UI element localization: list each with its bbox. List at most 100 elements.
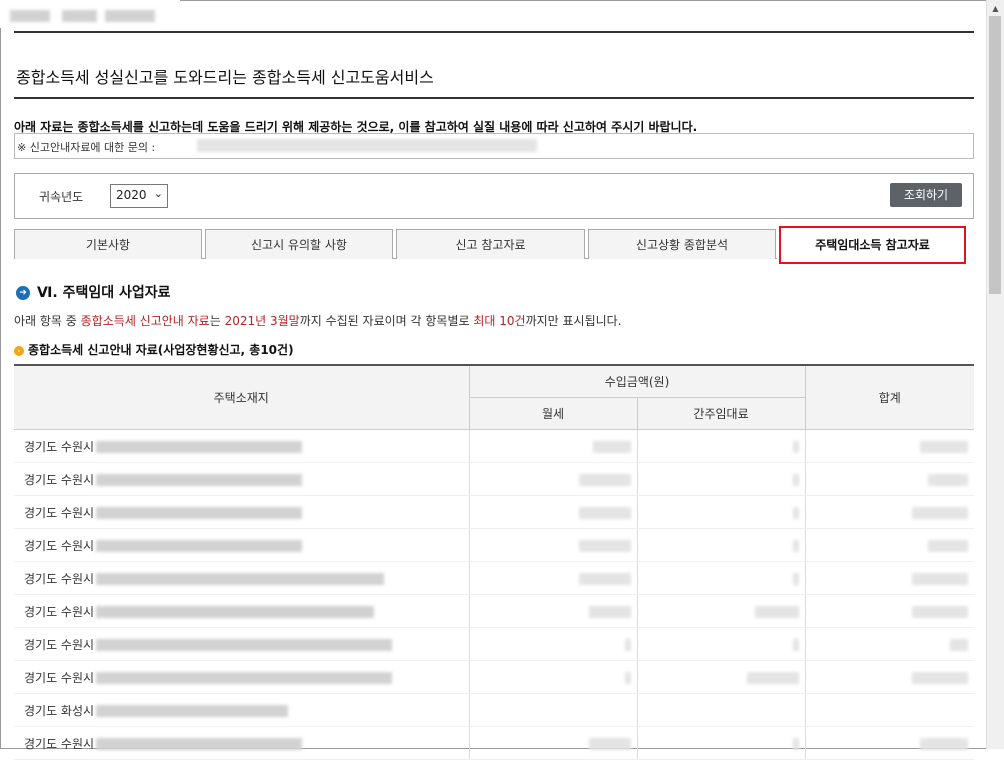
- address-text: 경기도 수원시: [24, 472, 95, 487]
- address-text: 경기도 수원시: [24, 637, 95, 652]
- header-monthly-rent: 월세: [468, 397, 638, 430]
- redacted-amount: [792, 440, 799, 453]
- address-text: 경기도 수원시: [24, 571, 95, 586]
- tab-filing-analysis[interactable]: 신고상황 종합분석: [588, 229, 776, 259]
- redacted-address: [96, 639, 393, 651]
- redacted-amount: [792, 539, 799, 552]
- top-divider: [14, 31, 974, 33]
- redacted-amount: [792, 572, 799, 585]
- redacted-amount: [754, 605, 799, 618]
- address-text: 경기도 화성시: [24, 703, 95, 718]
- search-button[interactable]: 조회하기: [890, 183, 962, 207]
- tab-filing-references[interactable]: 신고 참고자료: [396, 229, 585, 259]
- monthly-rent-cell: [469, 726, 638, 760]
- redacted-amount: [912, 506, 969, 519]
- browser-title-bar: [0, 0, 180, 28]
- address-text: 경기도 수원시: [24, 670, 95, 685]
- monthly-rent-cell: [469, 594, 638, 628]
- deemed-rent-cell: [637, 726, 806, 760]
- scrollbar-thumb[interactable]: [989, 16, 1001, 294]
- section-description: 아래 항목 중 종합소득세 신고안내 자료는 2021년 3월말까지 수집된 자…: [14, 312, 622, 329]
- sub-heading: › 종합소득세 신고안내 자료(사업장현황신고, 총10건): [14, 341, 294, 358]
- redacted-address: [96, 705, 289, 717]
- desc-text: 아래 항목 중: [14, 314, 81, 328]
- redacted-amount: [578, 572, 631, 585]
- header-total: 합계: [804, 364, 975, 430]
- address-cell: 경기도 수원시: [14, 594, 470, 628]
- desc-highlight: 최대 10건: [473, 314, 526, 328]
- desc-text: 는: [209, 314, 225, 328]
- filter-panel: 귀속년도 2020 ⌄ 조회하기: [14, 173, 974, 219]
- table-row: 경기도 수원시: [14, 462, 975, 496]
- address-cell: 경기도 수원시: [14, 726, 470, 760]
- redacted-amount: [928, 473, 969, 486]
- table-row: 경기도 수원시: [14, 429, 975, 463]
- address-cell: 경기도 수원시: [14, 627, 470, 661]
- monthly-rent-cell: [469, 627, 638, 661]
- total-cell: [805, 528, 975, 562]
- redacted-amount: [588, 737, 631, 750]
- redacted-amount: [920, 440, 969, 453]
- section-heading: ➜ Ⅵ. 주택임대 사업자료: [16, 282, 171, 302]
- address-text: 경기도 수원시: [24, 505, 95, 520]
- redacted-amount: [578, 473, 631, 486]
- redacted-amount: [588, 605, 631, 618]
- monthly-rent-cell: [469, 462, 638, 496]
- address-text: 경기도 수원시: [24, 604, 95, 619]
- monthly-rent-cell: [469, 660, 638, 694]
- year-select-value: 2020: [116, 188, 147, 202]
- redacted-title: [62, 10, 97, 22]
- tab-basic-info[interactable]: 기본사항: [14, 229, 202, 259]
- year-select[interactable]: 2020 ⌄: [110, 184, 168, 208]
- scroll-up-arrow-icon[interactable]: ▲: [987, 2, 1004, 16]
- monthly-rent-cell: [469, 561, 638, 595]
- total-cell: [805, 462, 975, 496]
- monthly-rent-cell: [469, 528, 638, 562]
- deemed-rent-cell: [637, 660, 806, 694]
- redacted-address: [96, 507, 303, 519]
- rental-data-table: 주택소재지 수입금액(원) 합계 월세 간주임대료 경기도 수원시 경기도 수원시…: [14, 364, 975, 760]
- redacted-address: [96, 540, 303, 552]
- address-cell: 경기도 수원시: [14, 462, 470, 496]
- deemed-rent-cell: [637, 528, 806, 562]
- redacted-address: [96, 573, 385, 585]
- redacted-amount: [578, 506, 631, 519]
- table-row: 경기도 수원시: [14, 495, 975, 529]
- table-row: 경기도 수원시: [14, 627, 975, 661]
- tab-filing-cautions[interactable]: 신고시 유의할 사항: [205, 229, 393, 259]
- table-row: 경기도 수원시: [14, 726, 975, 760]
- redacted-amount: [792, 473, 799, 486]
- total-cell: [805, 693, 975, 727]
- address-cell: 경기도 수원시: [14, 561, 470, 595]
- section-number: Ⅵ.: [37, 285, 58, 301]
- address-cell: 경기도 수원시: [14, 660, 470, 694]
- table-row: 경기도 수원시: [14, 528, 975, 562]
- header-income-group: 수입금액(원): [468, 364, 806, 398]
- total-cell: [805, 429, 975, 463]
- redacted-address: [96, 738, 303, 750]
- desc-highlight: 종합소득세 신고안내 자료: [80, 314, 210, 328]
- tab-bar: 기본사항 신고시 유의할 사항 신고 참고자료 신고상황 종합분석 주택임대소득…: [14, 226, 974, 264]
- monthly-rent-cell: [469, 429, 638, 463]
- redacted-amount: [912, 671, 969, 684]
- deemed-rent-cell: [637, 627, 806, 661]
- redacted-amount: [928, 539, 969, 552]
- vertical-scrollbar[interactable]: ▲: [986, 0, 1004, 749]
- table-body: 경기도 수원시 경기도 수원시 경기도 수원시 경기도 수원시 경기도 수원시 경기도 수…: [14, 429, 975, 760]
- sub-heading-text: 종합소득세 신고안내 자료(사업장현황신고, 총10건): [28, 343, 294, 357]
- section-title: 주택임대 사업자료: [62, 285, 171, 301]
- desc-text: 까지 수집된 자료이며 각 항목별로: [299, 314, 474, 328]
- redacted-address: [96, 672, 393, 684]
- deemed-rent-cell: [637, 594, 806, 628]
- redacted-amount: [912, 605, 969, 618]
- redacted-amount: [624, 638, 631, 651]
- desc-highlight: 2021년 3월말: [224, 314, 300, 328]
- redacted-address: [96, 474, 303, 486]
- table-row: 경기도 수원시: [14, 660, 975, 694]
- tab-rental-income-reference[interactable]: 주택임대소득 참고자료: [779, 226, 966, 264]
- arrow-circle-icon: ➜: [16, 286, 30, 300]
- monthly-rent-cell: [469, 693, 638, 727]
- table-row: 경기도 수원시: [14, 594, 975, 628]
- inquiry-label: ※ 신고안내자료에 대한 문의 :: [17, 141, 156, 154]
- total-cell: [805, 495, 975, 529]
